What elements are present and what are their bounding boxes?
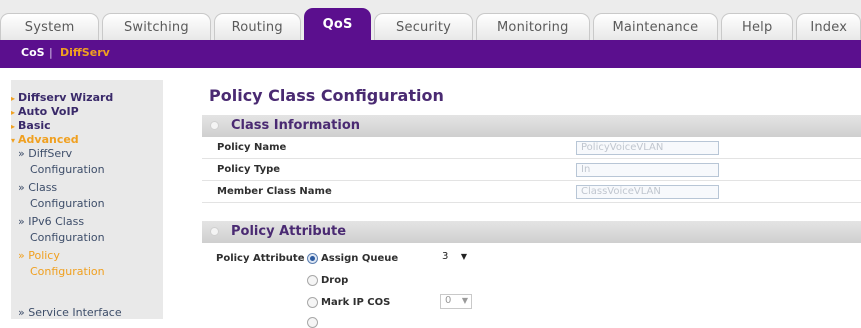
- drop-radio[interactable]: [307, 275, 318, 286]
- drop-label: Drop: [321, 275, 349, 286]
- subnav-separator: |: [49, 46, 53, 59]
- sidebar-item-basic[interactable]: ▸ Basic: [11, 119, 51, 132]
- sidebar-diffserv-wizard-label: Diffserv Wizard: [18, 91, 114, 104]
- assign-queue-radio[interactable]: [307, 253, 318, 264]
- bullet-icon: ▸: [11, 122, 16, 131]
- sidebar-item-line: Configuration: [30, 163, 105, 176]
- assign-queue-label: Assign Queue: [321, 253, 399, 264]
- sidebar-item-policy-configuration[interactable]: » Policy Configuration: [18, 249, 105, 278]
- row-divider: [202, 158, 861, 159]
- tab-security[interactable]: Security: [374, 13, 473, 40]
- tab-system-label: System: [24, 19, 75, 35]
- sidebar-item-line: Configuration: [30, 197, 105, 210]
- chevron-down-icon: ▼: [460, 252, 467, 261]
- row-divider: [202, 202, 861, 203]
- section-bullet-icon: [210, 227, 219, 236]
- subnav-cos-link[interactable]: CoS: [21, 46, 45, 59]
- expanded-arrow-icon: ▾: [11, 136, 16, 145]
- sidebar-item-service-interface[interactable]: » Service Interface: [18, 306, 122, 319]
- mark-ip-cos-select[interactable]: 0 ▼: [440, 294, 472, 309]
- tab-qos[interactable]: QoS: [303, 8, 372, 40]
- sidebar-item-diffserv-configuration[interactable]: » DiffServ Configuration: [18, 147, 105, 176]
- tab-index[interactable]: Index: [796, 13, 861, 40]
- policy-type-field: In: [576, 163, 719, 177]
- sidebar-item-line: » IPv6 Class: [18, 215, 85, 228]
- policy-attribute-title: Policy Attribute: [231, 224, 347, 239]
- policy-type-label: Policy Type: [217, 164, 281, 175]
- tab-index-label: Index: [810, 19, 848, 35]
- sidebar: ▸ Diffserv Wizard ▸ Auto VoIP ▸ Basic ▾ Adva…: [11, 80, 163, 319]
- assign-queue-select-value: 3: [442, 251, 449, 262]
- tab-routing[interactable]: Routing: [213, 13, 301, 40]
- row-divider: [202, 180, 861, 181]
- sidebar-item-line: » Policy: [18, 249, 60, 262]
- mark-ip-cos-select-value: 0: [445, 295, 452, 306]
- tab-qos-label: QoS: [322, 17, 353, 32]
- assign-queue-select[interactable]: 3 ▼: [442, 251, 470, 266]
- sub-nav-bar: CoS | DiffServ: [0, 40, 861, 68]
- sidebar-advanced-label: Advanced: [18, 133, 79, 146]
- tab-system[interactable]: System: [0, 13, 100, 40]
- bullet-icon: ▸: [11, 108, 16, 117]
- tab-monitoring-label: Monitoring: [497, 19, 569, 35]
- tab-help[interactable]: Help: [720, 13, 794, 40]
- sidebar-item-line: Configuration: [30, 265, 105, 278]
- member-class-name-field: ClassVoiceVLAN: [576, 185, 719, 199]
- tab-switching-label: Switching: [123, 19, 189, 35]
- class-information-title: Class Information: [231, 118, 361, 133]
- sidebar-item-line: » Service Interface: [18, 306, 122, 319]
- sidebar-item-class-configuration[interactable]: » Class Configuration: [18, 181, 105, 210]
- sidebar-item-line: » Class: [18, 181, 58, 194]
- sidebar-item-auto-voip[interactable]: ▸ Auto VoIP: [11, 105, 79, 118]
- mark-ip-cos-label: Mark IP COS: [321, 297, 391, 308]
- policy-name-label: Policy Name: [217, 142, 287, 153]
- member-class-name-label: Member Class Name: [217, 186, 332, 197]
- sidebar-item-line: Configuration: [30, 231, 105, 244]
- tab-maintenance[interactable]: Maintenance: [592, 13, 718, 40]
- sidebar-basic-label: Basic: [18, 119, 51, 132]
- top-nav-bar: System Switching Routing QoS Security Mo…: [0, 0, 861, 40]
- policy-attribute-header: Policy Attribute: [202, 221, 861, 243]
- subnav-diffserv-link[interactable]: DiffServ: [60, 46, 110, 59]
- policy-name-field: PolicyVoiceVLAN: [576, 141, 719, 155]
- sidebar-item-diffserv-wizard[interactable]: ▸ Diffserv Wizard: [11, 91, 113, 104]
- chevron-down-icon: ▼: [461, 296, 468, 305]
- mark-ip-cos-radio[interactable]: [307, 297, 318, 308]
- tab-help-label: Help: [741, 19, 773, 35]
- tab-security-label: Security: [396, 19, 452, 35]
- class-information-header: Class Information: [202, 115, 861, 137]
- tab-switching[interactable]: Switching: [102, 13, 211, 40]
- section-bullet-icon: [210, 121, 219, 130]
- tab-monitoring[interactable]: Monitoring: [475, 13, 590, 40]
- sidebar-item-line: » DiffServ: [18, 147, 73, 160]
- tab-routing-label: Routing: [231, 19, 283, 35]
- page-title: Policy Class Configuration: [209, 86, 444, 105]
- sidebar-item-ipv6-class-configuration[interactable]: » IPv6 Class Configuration: [18, 215, 105, 244]
- tab-maintenance-label: Maintenance: [612, 19, 699, 35]
- sidebar-auto-voip-label: Auto VoIP: [18, 105, 79, 118]
- policy-attribute-label: Policy Attribute: [216, 253, 305, 264]
- bullet-icon: ▸: [11, 94, 16, 103]
- sidebar-item-advanced[interactable]: ▾ Advanced: [11, 133, 79, 146]
